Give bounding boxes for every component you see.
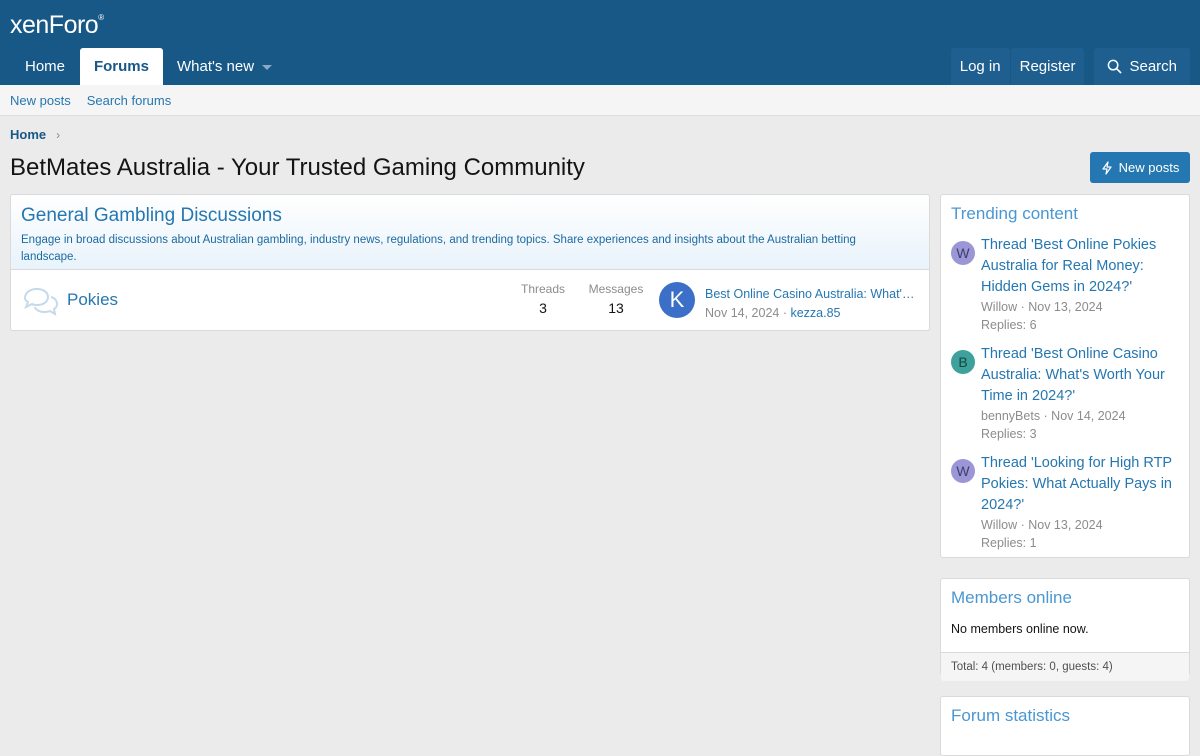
tab-whats-new[interactable]: What's new [163,48,286,85]
chevron-right-icon: › [56,127,61,142]
new-posts-button[interactable]: New posts [1090,152,1190,183]
new-posts-link[interactable]: New posts [10,93,71,108]
caret-down-icon[interactable] [262,64,273,70]
members-online-footer: Total: 4 (members: 0, guests: 4) [941,652,1189,681]
trending-item-replies: Replies: 1 [981,536,1037,550]
forum-category-block: General Gambling Discussions Engage in b… [10,194,930,331]
trending-content-block: Trending content W Thread 'Best Online P… [940,194,1190,558]
last-post-meta: Nov 14, 2024 · kezza.85 [705,306,841,320]
bolt-icon [1102,160,1112,175]
trending-item-replies: Replies: 3 [981,427,1037,441]
category-title[interactable]: General Gambling Discussions [21,205,919,227]
avatar[interactable]: W [951,459,975,483]
trending-item-link[interactable]: Thread 'Best Online Pokies Australia for… [981,235,1186,298]
last-post-separator: · [779,306,791,320]
page-title: BetMates Australia - Your Trusted Gaming… [10,154,585,181]
forum-node-title[interactable]: Pokies [67,290,118,310]
last-post-user[interactable]: kezza.85 [790,306,840,320]
trending-item-link[interactable]: Thread 'Best Online Casino Australia: Wh… [981,344,1186,407]
login-button[interactable]: Log in [950,48,1010,85]
nav-account-group: Log in Register Search [950,48,1190,85]
avatar[interactable]: K [659,282,695,318]
avatar[interactable]: W [951,241,975,265]
search-forums-link[interactable]: Search forums [87,93,172,108]
trending-title: Trending content [951,204,1078,223]
search-button[interactable]: Search [1094,48,1190,85]
members-online-title[interactable]: Members online [941,579,1189,608]
trending-item-meta: Willow · Nov 13, 2024 [981,518,1103,532]
search-icon [1108,59,1123,74]
site-logo[interactable]: xenForo® [10,11,104,40]
forum-statistics-block: Forum statistics [940,696,1190,756]
messages-count: 13 [608,300,624,316]
logo-mark: ® [98,13,104,22]
trending-item-meta: bennyBets · Nov 14, 2024 [981,409,1126,423]
breadcrumb-home[interactable]: Home [10,127,46,142]
logo-text: xenForo [10,11,99,39]
last-post-title-link[interactable]: Best Online Casino Australia: What's Wor… [705,287,920,301]
threads-count: 3 [539,300,547,316]
new-posts-button-label: New posts [1118,160,1180,175]
register-button[interactable]: Register [1010,48,1085,85]
forum-bubbles-icon [23,287,59,316]
trending-item-link[interactable]: Thread 'Looking for High RTP Pokies: Wha… [981,453,1186,516]
category-description: Engage in broad discussions about Austra… [21,234,856,263]
trending-item-replies: Replies: 6 [981,318,1037,332]
forum-statistics-title: Forum statistics [951,706,1071,725]
sub-nav: New posts Search forums [0,85,1200,116]
members-online-block: Members online No members online now. To… [940,578,1190,681]
threads-stat: Threads 3 [513,282,573,316]
search-label: Search [1129,58,1177,75]
forum-node: Pokies Threads 3 Messages 13 K Best Onli… [11,270,929,330]
breadcrumb: Home › [10,127,60,142]
site-header: xenForo® [0,0,1200,48]
trending-item-meta: Willow · Nov 13, 2024 [981,300,1103,314]
tab-whats-new-label: What's new [177,58,255,75]
messages-label: Messages [588,282,644,296]
avatar[interactable]: B [951,350,975,374]
members-online-body: No members online now. [951,622,1089,636]
category-header: General Gambling Discussions Engage in b… [11,195,929,270]
main-nav: Home Forums What's new Log in Register S… [0,48,1200,85]
last-post-date[interactable]: Nov 14, 2024 [705,306,779,320]
tab-home[interactable]: Home [10,48,80,85]
threads-label: Threads [520,282,566,296]
tab-forums[interactable]: Forums [80,48,163,85]
messages-stat: Messages 13 [586,282,646,316]
